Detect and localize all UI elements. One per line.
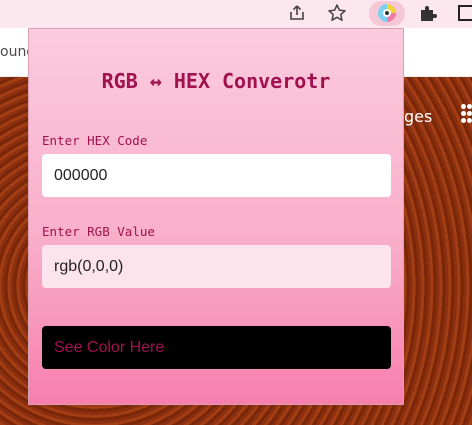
rgb-input[interactable] [42, 245, 391, 288]
color-preview-box: See Color Here [42, 326, 391, 369]
puzzle-icon[interactable] [414, 0, 442, 26]
page-partial-link[interactable]: ges [404, 107, 432, 126]
color-preview-label: See Color Here [54, 338, 165, 356]
extension-popup: RGB ↔ HEX Converotr Enter HEX Code Enter… [28, 28, 404, 405]
browser-toolbar [0, 0, 472, 28]
hex-label: Enter HEX Code [42, 133, 148, 148]
share-icon[interactable] [283, 0, 311, 26]
extension-rgb-icon[interactable] [373, 0, 401, 26]
hex-input[interactable] [42, 154, 391, 197]
apps-grid-icon[interactable] [461, 104, 472, 124]
popup-title: RGB ↔ HEX Converotr [101, 69, 331, 93]
star-icon[interactable] [323, 0, 351, 26]
sidebar-icon[interactable] [452, 0, 472, 26]
rgb-label: Enter RGB Value [42, 224, 155, 239]
